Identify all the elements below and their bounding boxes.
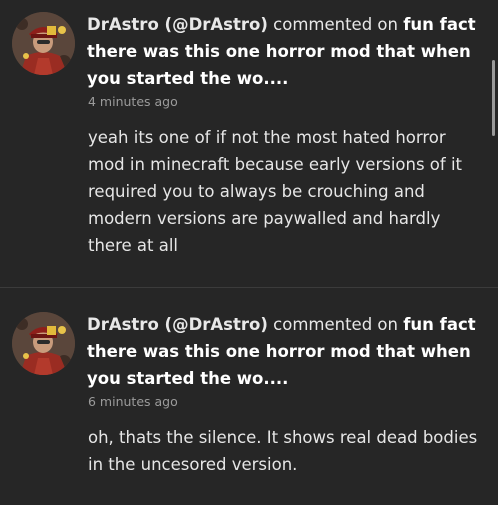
action-text: commented on <box>273 315 398 334</box>
timestamp: 4 minutes ago <box>88 94 178 109</box>
notification-headline: DrAstro (@DrAstro) commented on fun fact… <box>87 311 482 392</box>
avatar-image <box>12 312 75 375</box>
notification-item[interactable]: DrAstro (@DrAstro) commented on fun fact… <box>0 288 498 505</box>
comment-text: oh, thats the silence. It shows real dea… <box>88 428 478 474</box>
notification-feed: DrAstro (@DrAstro) commented on fun fact… <box>0 0 498 505</box>
timestamp: 6 minutes ago <box>88 394 178 409</box>
author-link[interactable]: DrAstro (@DrAstro) <box>87 315 268 334</box>
avatar-image <box>12 12 75 75</box>
author-link[interactable]: DrAstro (@DrAstro) <box>87 15 268 34</box>
notification-item[interactable]: DrAstro (@DrAstro) commented on fun fact… <box>0 0 498 287</box>
scrollbar-thumb[interactable] <box>492 60 495 136</box>
notification-headline: DrAstro (@DrAstro) commented on fun fact… <box>87 11 482 92</box>
action-text: commented on <box>273 15 398 34</box>
avatar[interactable] <box>12 12 75 75</box>
avatar[interactable] <box>12 312 75 375</box>
comment-text: yeah its one of if not the most hated ho… <box>88 128 463 255</box>
